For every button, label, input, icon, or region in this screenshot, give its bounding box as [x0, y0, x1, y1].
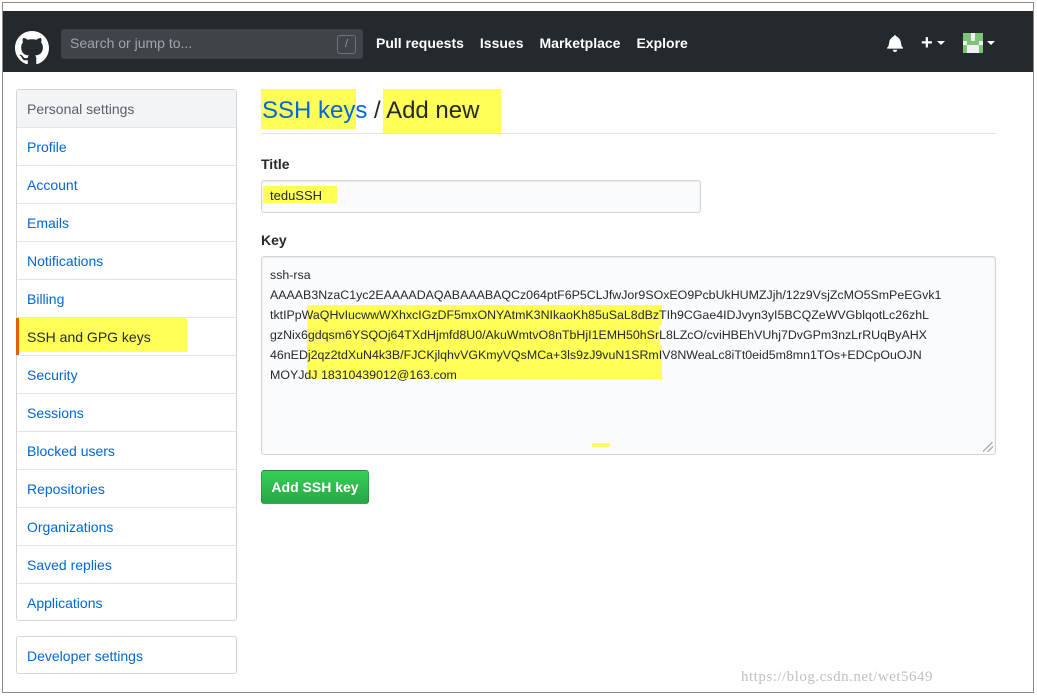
settings-sidebar: Personal settings Profile Account Emails…	[16, 89, 237, 621]
nav-pull-requests[interactable]: Pull requests	[376, 33, 464, 53]
header-nav: Pull requests Issues Marketplace Explore	[376, 33, 688, 53]
title-input[interactable]	[270, 188, 690, 203]
avatar	[962, 33, 983, 53]
sidebar-item-saved-replies[interactable]: Saved replies	[17, 546, 236, 584]
sidebar-item-notifications[interactable]: Notifications	[17, 242, 236, 280]
key-field-label: Key	[261, 232, 287, 248]
key-line: AAAAB3NzaC1yc2EAAAADAQABAAABAQCz064ptF6P…	[270, 288, 942, 302]
highlight-marker	[592, 443, 610, 447]
sidebar-item-billing[interactable]: Billing	[17, 280, 236, 318]
header-actions: +	[887, 33, 995, 53]
key-line: gzNix6gdqsm6YSQOj64TXdHjmfd8U0/AkuWmtvO8…	[270, 328, 927, 342]
sidebar-item-ssh-gpg-keys[interactable]: SSH and GPG keys	[16, 318, 236, 356]
sidebar-item-label: Notifications	[27, 253, 104, 269]
sidebar-item-sessions[interactable]: Sessions	[17, 394, 236, 432]
site-header: / Pull requests Issues Marketplace Explo…	[3, 11, 1033, 72]
sidebar-heading: Personal settings	[17, 90, 236, 128]
plus-icon: +	[921, 32, 933, 54]
sidebar-item-profile[interactable]: Profile	[17, 128, 236, 166]
sidebar-item-developer-settings[interactable]: Developer settings	[16, 636, 237, 674]
identicon-icon	[962, 33, 983, 53]
watermark: https://blog.csdn.net/wet5649	[741, 669, 933, 685]
page-header: SSH keys / Add new	[261, 89, 996, 134]
sidebar-item-blocked-users[interactable]: Blocked users	[17, 432, 236, 470]
sidebar-item-label: SSH and GPG keys	[27, 329, 151, 345]
sidebar-item-applications[interactable]: Applications	[17, 584, 236, 622]
sidebar-item-label: Emails	[27, 215, 70, 231]
search-input[interactable]	[61, 29, 321, 57]
sidebar-item-security[interactable]: Security	[17, 356, 236, 394]
sidebar-item-label: Applications	[27, 595, 103, 611]
breadcrumb-separator: /	[367, 97, 387, 124]
chevron-down-icon	[936, 41, 945, 45]
new-menu-button[interactable]: +	[903, 32, 945, 54]
key-textarea[interactable]: ssh-rsa AAAAB3NzaC1yc2EAAAADAQABAAABAQCz…	[261, 256, 996, 455]
key-line: tktIPpWaQHvIucwwWXhxcIGzDF5mxONYAtmK3NIk…	[270, 308, 930, 322]
sidebar-item-label: Developer settings	[27, 648, 143, 664]
main-content: SSH keys / Add new Title Key ssh-rsa AAA…	[261, 89, 996, 504]
nav-explore[interactable]: Explore	[636, 33, 687, 53]
github-logo-icon[interactable]	[15, 31, 49, 65]
key-line: ssh-rsa	[270, 268, 311, 282]
nav-issues[interactable]: Issues	[480, 33, 524, 53]
sidebar-item-label: Account	[27, 177, 78, 193]
resize-handle[interactable]	[983, 442, 993, 452]
sidebar-item-label: Repositories	[27, 481, 105, 497]
title-field-label: Title	[261, 156, 290, 172]
top-margin	[3, 3, 1033, 11]
page-title-text: Add new	[386, 97, 480, 124]
user-menu-button[interactable]	[945, 33, 995, 53]
chevron-down-icon	[986, 41, 995, 45]
breadcrumb-ssh-keys[interactable]: SSH keys	[262, 97, 367, 124]
nav-marketplace[interactable]: Marketplace	[540, 33, 621, 53]
sidebar-item-account[interactable]: Account	[17, 166, 236, 204]
sidebar-item-label: Billing	[27, 291, 65, 307]
add-ssh-key-button[interactable]: Add SSH key	[261, 470, 369, 504]
sidebar-item-repositories[interactable]: Repositories	[17, 470, 236, 508]
key-line: 46nEDj2qz2tdXuN4k3B/FJCKjlqhvVGKmyVQsMCa…	[270, 348, 922, 362]
search-box[interactable]: /	[61, 29, 363, 59]
key-line: MOYJdJ 18310439012@163.com	[270, 368, 457, 382]
sidebar-item-label: Sessions	[27, 405, 84, 421]
bell-icon[interactable]	[887, 34, 903, 52]
search-shortcut-hint: /	[337, 35, 356, 54]
sidebar-item-label: Profile	[27, 139, 67, 155]
title-field[interactable]	[261, 180, 701, 213]
sidebar-item-label: Blocked users	[27, 443, 115, 459]
sidebar-item-label: Security	[27, 367, 78, 383]
page-title: SSH keys / Add new	[262, 97, 479, 125]
screenshot-frame: / Pull requests Issues Marketplace Explo…	[2, 2, 1034, 693]
sidebar-item-label: Saved replies	[27, 557, 112, 573]
sidebar-item-label: Organizations	[27, 519, 114, 535]
sidebar-item-emails[interactable]: Emails	[17, 204, 236, 242]
sidebar-item-organizations[interactable]: Organizations	[17, 508, 236, 546]
